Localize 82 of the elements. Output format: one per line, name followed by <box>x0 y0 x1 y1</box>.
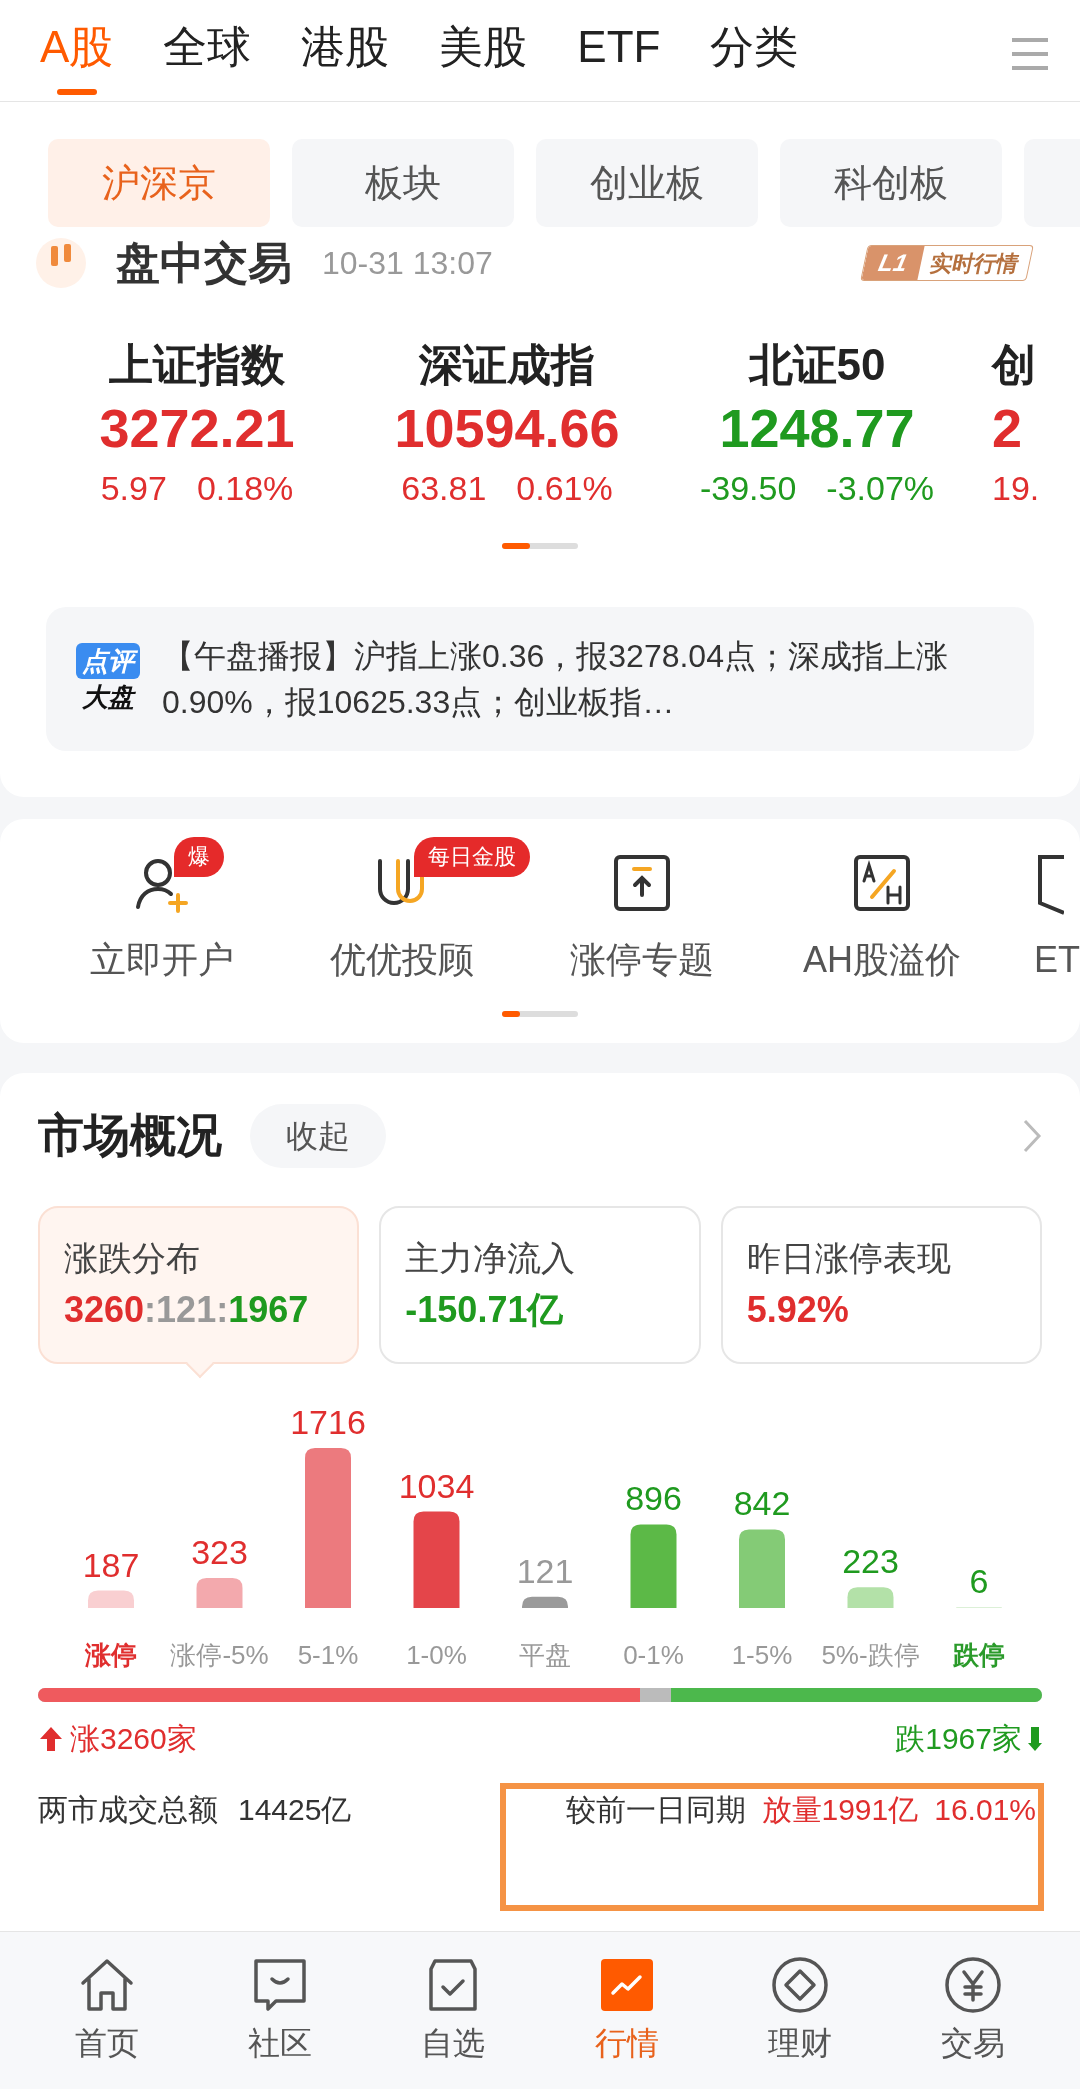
index-change: -39.50 <box>699 468 797 509</box>
index-percent: 0.61% <box>516 468 613 509</box>
candlestick-icon <box>36 238 86 288</box>
fall-count: 跌1967家 <box>895 1721 1022 1757</box>
nav-tab[interactable]: 理财 <box>713 1954 887 2067</box>
index-name: 上证指数 <box>109 339 285 391</box>
stat-value: 5.92% <box>746 1288 850 1332</box>
stat-value: 3260:121:1967 <box>64 1288 310 1332</box>
stat-label: 涨跌分布 <box>64 1238 201 1279</box>
rise-count: 涨3260家 <box>70 1721 197 1757</box>
shortcut-label[interactable]: 立即开户 <box>90 933 234 987</box>
stat-card[interactable]: 主力净流入 -150.71亿 <box>379 1206 701 1364</box>
index-percent: 0.18% <box>196 468 294 509</box>
session-title: 盘中交易 <box>116 237 292 289</box>
stat-label: 昨日涨停表现 <box>746 1238 952 1279</box>
category-label: 5%-跌停 <box>821 1640 920 1670</box>
bar-value: 121 <box>516 1551 574 1590</box>
review-logo: 点评 <box>76 643 140 679</box>
realtime-badge: L1 实时行情 <box>860 245 1034 281</box>
index-change: 5.97 <box>100 468 167 509</box>
index-name: 北证50 <box>748 339 886 391</box>
promo-badge: 爆 <box>174 837 224 877</box>
category-label: 涨停 <box>85 1640 137 1670</box>
market-tab[interactable]: 分类 <box>710 17 799 77</box>
category-label: 跌停 <box>953 1640 1005 1670</box>
bar-value: 1034 <box>398 1466 475 1505</box>
stat-card[interactable]: 昨日涨停表现 5.92% <box>720 1206 1042 1364</box>
index-name: 深证成指 <box>419 339 595 391</box>
stat-label: 主力净流入 <box>405 1238 577 1279</box>
shortcut-label[interactable]: ET <box>1034 933 1080 987</box>
yen-icon <box>943 1954 1004 2015</box>
compare-label: 较前一日同期 <box>565 1792 746 1828</box>
news-card[interactable]: 点评 大盘 【午盘播报】沪指上涨0.36，报3278.04点；深成指上涨0.90%，报10625.33点；创业板指… <box>46 607 1034 751</box>
compare-volume: 放量1991亿 <box>761 1792 919 1828</box>
down-arrow-icon <box>1028 1724 1042 1753</box>
index-value: 2 <box>992 397 1023 460</box>
index-value: 10594.66 <box>394 397 620 460</box>
turnover-label: 两市成交总额 <box>38 1792 218 1828</box>
market-tab[interactable]: ETF <box>577 17 661 77</box>
news-text: 【午盘播报】沪指上涨0.36，报3278.04点；深成指上涨0.90%，报10625.33点；创业板指… <box>162 637 949 722</box>
bar-value: 323 <box>191 1532 248 1571</box>
compare-percent: 16.01% <box>934 1792 1036 1828</box>
bar-value: 187 <box>82 1545 140 1584</box>
filter-chip[interactable]: 板块 <box>292 139 514 227</box>
bar-value: 6 <box>969 1562 989 1600</box>
market-tab[interactable]: 美股 <box>439 17 528 77</box>
stat-value: -150.71亿 <box>405 1288 565 1332</box>
filter-chip[interactable]: 创业板 <box>536 139 758 227</box>
bar-value: 842 <box>733 1484 791 1523</box>
shortcut-label[interactable]: 涨停专题 <box>570 933 714 987</box>
category-label: 1-5% <box>731 1640 793 1670</box>
section-title: 市场概况 <box>38 1108 222 1163</box>
nav-tab[interactable]: 交易 <box>886 1954 1060 2067</box>
bar-value: 896 <box>625 1479 682 1518</box>
market-tab[interactable]: 港股 <box>301 17 390 77</box>
bar-value: 1716 <box>290 1403 366 1441</box>
bar-value: 223 <box>842 1542 899 1581</box>
category-label: 0-1% <box>623 1640 684 1670</box>
promo-badge: 每日金股 <box>414 837 530 877</box>
index-name: 创 <box>992 339 1036 391</box>
nav-tab[interactable]: 首页 <box>20 1954 194 2067</box>
nav-tab[interactable]: 自选 <box>366 1954 540 2067</box>
shortcut-label[interactable]: 优优投顾 <box>330 933 474 987</box>
menu-icon[interactable] <box>1010 37 1050 71</box>
category-label: 涨停-5% <box>170 1640 269 1670</box>
filter-chip[interactable]: 科创板 <box>780 139 1002 227</box>
category-label: 5-1% <box>297 1640 359 1670</box>
index-value: 1248.77 <box>719 397 915 460</box>
collapse-button[interactable]: 收起 <box>250 1103 386 1168</box>
index-percent: -3.07% <box>826 468 935 509</box>
index-value: 3272.21 <box>99 397 295 460</box>
chevron-right-icon[interactable] <box>1022 1117 1042 1154</box>
index-change: 19. <box>992 468 1040 509</box>
category-label: 1-0% <box>406 1640 467 1670</box>
market-tab[interactable]: 全球 <box>163 17 252 77</box>
index-change: 63.81 <box>401 468 487 509</box>
review-logo-caption: 大盘 <box>82 681 134 714</box>
turnover-value: 14425亿 <box>238 1792 352 1828</box>
session-time: 10-31 13:07 <box>322 244 493 283</box>
shortcut-label[interactable]: AH股溢价 <box>803 933 961 987</box>
category-label: 平盘 <box>519 1640 571 1670</box>
nav-tab[interactable]: 社区 <box>193 1954 367 2067</box>
